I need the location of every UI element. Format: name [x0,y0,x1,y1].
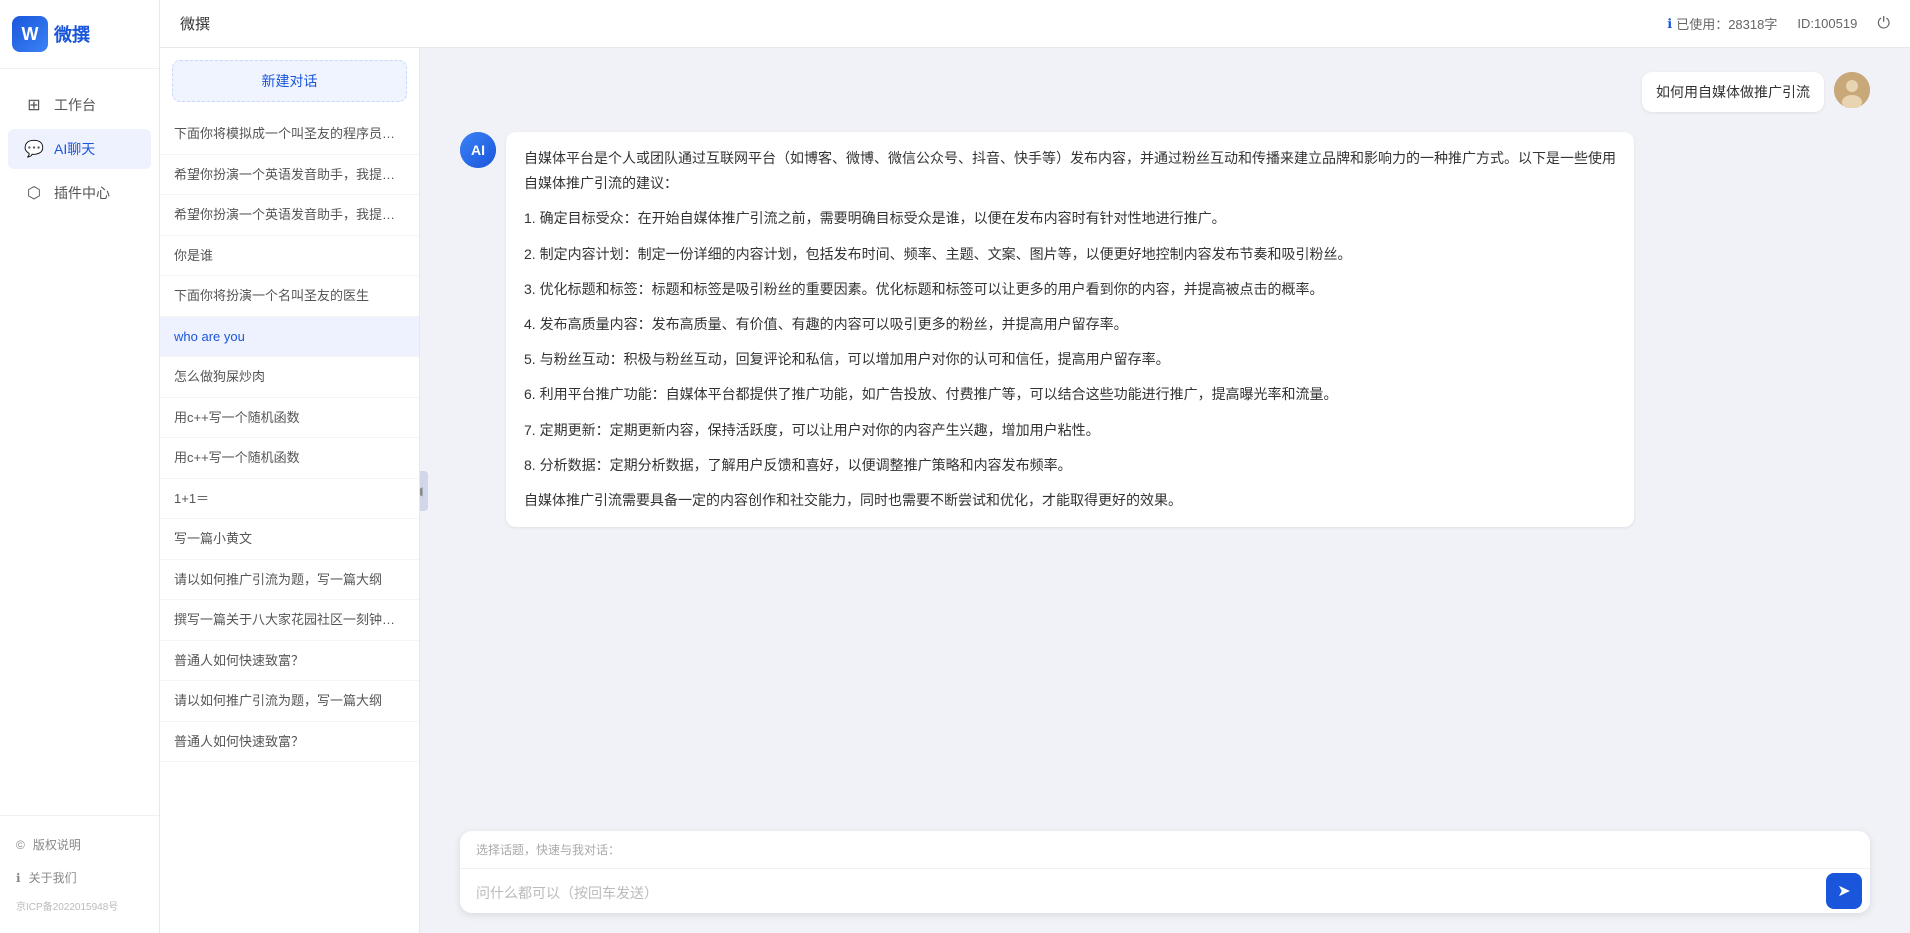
ai-para-9: 自媒体推广引流需要具备一定的内容创作和社交能力，同时也需要不断尝试和优化，才能取… [524,488,1616,513]
send-icon: ➤ [1837,881,1850,901]
messages-container: 如何用自媒体做推广引流 [420,48,1910,831]
list-item[interactable]: 普通人如何快速致富？ [160,722,419,763]
ai-chat-label: AI聊天 [54,139,95,159]
ai-message: AI 自媒体平台是个人或团队通过互联网平台（如博客、微博、微信公众号、抖音、快手… [460,132,1870,527]
list-item[interactable]: 1+1＝ [160,479,419,520]
main-area: 微撰 ℹ 已使用：28318字 ID:100519 ⏻ 新建对话 下面你将模拟成… [160,0,1910,933]
list-item[interactable]: 写一篇小黄文 [160,519,419,560]
list-item[interactable]: 下面你将扮演一个名叫圣友的医生 [160,276,419,317]
user-avatar [1834,72,1870,108]
sidebar-footer: © 版权说明 ℹ 关于我们 京ICP备2022015948号 [0,815,159,933]
workbench-label: 工作台 [54,95,96,115]
copyright-item[interactable]: © 版权说明 [0,828,159,861]
about-item[interactable]: ℹ 关于我们 [0,861,159,894]
chat-list: 新建对话 下面你将模拟成一个叫圣友的程序员，我说... 希望你扮演一个英语发音助… [160,48,420,933]
list-item[interactable]: 你是谁 [160,236,419,277]
plugin-icon: ⬡ [24,183,44,203]
sidebar-item-ai-chat[interactable]: 💬 AI聊天 [8,129,151,169]
usage-icon: ℹ [1667,16,1672,32]
ai-para-7: 7. 定期更新：定期更新内容，保持活跃度，可以让用户对你的内容产生兴趣，增加用户… [524,418,1616,443]
user-message: 如何用自媒体做推广引流 [460,72,1870,112]
new-chat-button[interactable]: 新建对话 [172,60,407,102]
ai-para-5: 5. 与粉丝互动：积极与粉丝互动，回复评论和私信，可以增加用户对你的认可和信任，… [524,347,1616,372]
input-area: 选择话题，快速与我对话： ➤ [460,831,1870,913]
send-button[interactable]: ➤ [1826,873,1862,909]
logo-text: 微撰 [54,21,90,47]
list-item[interactable]: 下面你将模拟成一个叫圣友的程序员，我说... [160,114,419,155]
workbench-icon: ⊞ [24,95,44,115]
ai-para-4: 4. 发布高质量内容：发布高质量、有价值、有趣的内容可以吸引更多的粉丝，并提高用… [524,312,1616,337]
list-item[interactable]: 请以如何推广引流为题，写一篇大纲 [160,560,419,601]
chat-input[interactable] [476,873,1826,909]
list-item[interactable]: 怎么做狗屎炒肉 [160,357,419,398]
ai-para-6: 6. 利用平台推广功能：自媒体平台都提供了推广功能，如广告投放、付费推广等，可以… [524,382,1616,407]
logo-area: W 微撰 [0,0,159,69]
copyright-icon: © [16,838,25,852]
input-row: ➤ [460,869,1870,913]
user-id: ID:100519 [1797,16,1857,31]
ai-para-0: 自媒体平台是个人或团队通过互联网平台（如博客、微博、微信公众号、抖音、快手等）发… [524,146,1616,196]
list-item-active[interactable]: who are you [160,317,419,358]
chat-area: ◀ 如何用自媒体做推广引流 [420,48,1910,933]
copyright-label: 版权说明 [33,836,81,853]
icp-text: 京ICP备2022015948号 [0,894,159,921]
topbar: 微撰 ℹ 已使用：28318字 ID:100519 ⏻ [160,0,1910,48]
ai-chat-icon: 💬 [24,139,44,159]
sidebar: W 微撰 ⊞ 工作台 💬 AI聊天 ⬡ 插件中心 © 版权说明 ℹ 关于我们 京… [0,0,160,933]
main-nav: ⊞ 工作台 💬 AI聊天 ⬡ 插件中心 [0,69,159,229]
svg-text:AI: AI [471,142,485,158]
list-item[interactable]: 用c++写一个随机函数 [160,398,419,439]
content-area: 新建对话 下面你将模拟成一个叫圣友的程序员，我说... 希望你扮演一个英语发音助… [160,48,1910,933]
list-item[interactable]: 普通人如何快速致富？ [160,641,419,682]
sidebar-item-plugin-center[interactable]: ⬡ 插件中心 [8,173,151,213]
about-label: 关于我们 [29,869,77,886]
topbar-right: ℹ 已使用：28318字 ID:100519 ⏻ [1667,14,1890,33]
power-icon[interactable]: ⏻ [1877,15,1890,33]
quick-select-label: 选择话题，快速与我对话： [460,831,1870,869]
ai-para-8: 8. 分析数据：定期分析数据，了解用户反馈和喜好，以便调整推广策略和内容发布频率… [524,453,1616,478]
collapse-button[interactable]: ◀ [420,471,428,511]
ai-avatar: AI [460,132,496,168]
list-item[interactable]: 请以如何推广引流为题，写一篇大纲 [160,681,419,722]
plugin-label: 插件中心 [54,183,110,203]
list-item[interactable]: 希望你扮演一个英语发音助手，我提供给你... [160,195,419,236]
usage-info: ℹ 已使用：28318字 [1667,14,1777,33]
list-item[interactable]: 用c++写一个随机函数 [160,438,419,479]
user-message-content: 如何用自媒体做推广引流 [1642,72,1824,112]
ai-message-content: 自媒体平台是个人或团队通过互联网平台（如博客、微博、微信公众号、抖音、快手等）发… [506,132,1634,527]
usage-text: 已使用：28318字 [1676,14,1777,33]
sidebar-item-workbench[interactable]: ⊞ 工作台 [8,85,151,125]
ai-para-2: 2. 制定内容计划：制定一份详细的内容计划，包括发布时间、频率、主题、文案、图片… [524,242,1616,267]
ai-para-3: 3. 优化标题和标签：标题和标签是吸引粉丝的重要因素。优化标题和标签可以让更多的… [524,277,1616,302]
ai-para-1: 1. 确定目标受众：在开始自媒体推广引流之前，需要明确目标受众是谁，以便在发布内… [524,206,1616,231]
list-item[interactable]: 撰写一篇关于八大家花园社区一刻钟便民生... [160,600,419,641]
logo-icon: W [12,16,48,52]
topbar-title: 微撰 [180,13,210,34]
about-icon: ℹ [16,871,21,885]
list-item[interactable]: 希望你扮演一个英语发音助手，我提供给你... [160,155,419,196]
